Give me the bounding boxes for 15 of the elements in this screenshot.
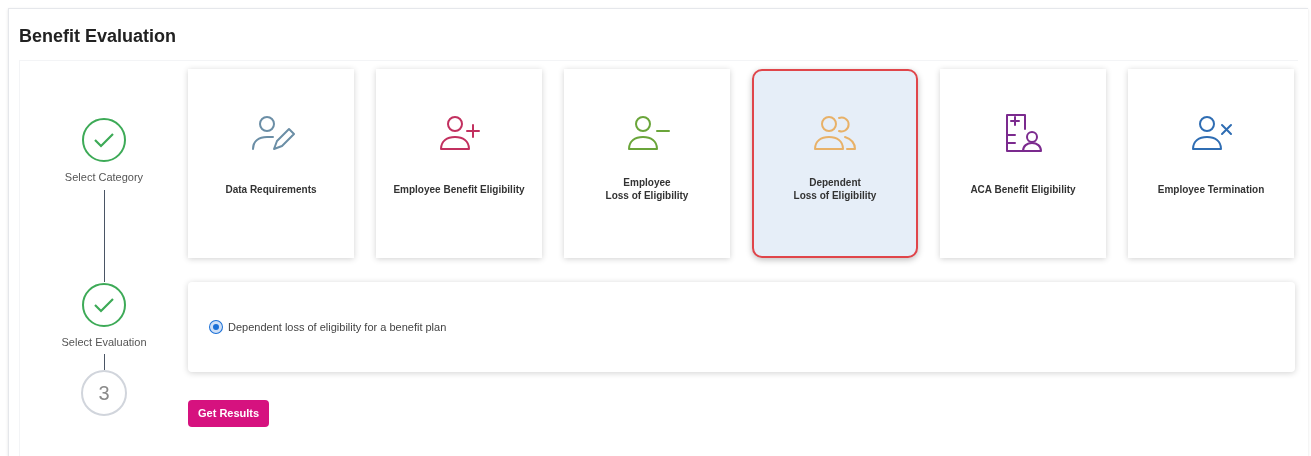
step-number: 3 xyxy=(81,370,127,416)
category-card[interactable]: Employee Termination xyxy=(1128,69,1294,258)
step-label: Select Category xyxy=(64,170,144,185)
get-results-button[interactable]: Get Results xyxy=(188,400,270,427)
check-circle-icon xyxy=(81,117,127,163)
page-title: Benefit Evaluation xyxy=(18,25,178,48)
step-label: Select Evaluation xyxy=(61,334,147,350)
category-card[interactable]: Employee Loss of Eligibility xyxy=(564,69,730,258)
category-card[interactable]: Data Requirements xyxy=(188,69,354,258)
check-circle-icon xyxy=(81,281,127,328)
category-card[interactable]: Dependent Loss of Eligibility xyxy=(752,69,918,258)
evaluation-option[interactable]: Dependent loss of eligibility for a benefit plan xyxy=(210,318,1273,336)
category-card[interactable]: ACA Benefit Eligibility xyxy=(940,69,1106,258)
category-card[interactable]: Employee Benefit Eligibility xyxy=(376,69,542,258)
radio-button[interactable] xyxy=(210,321,222,333)
